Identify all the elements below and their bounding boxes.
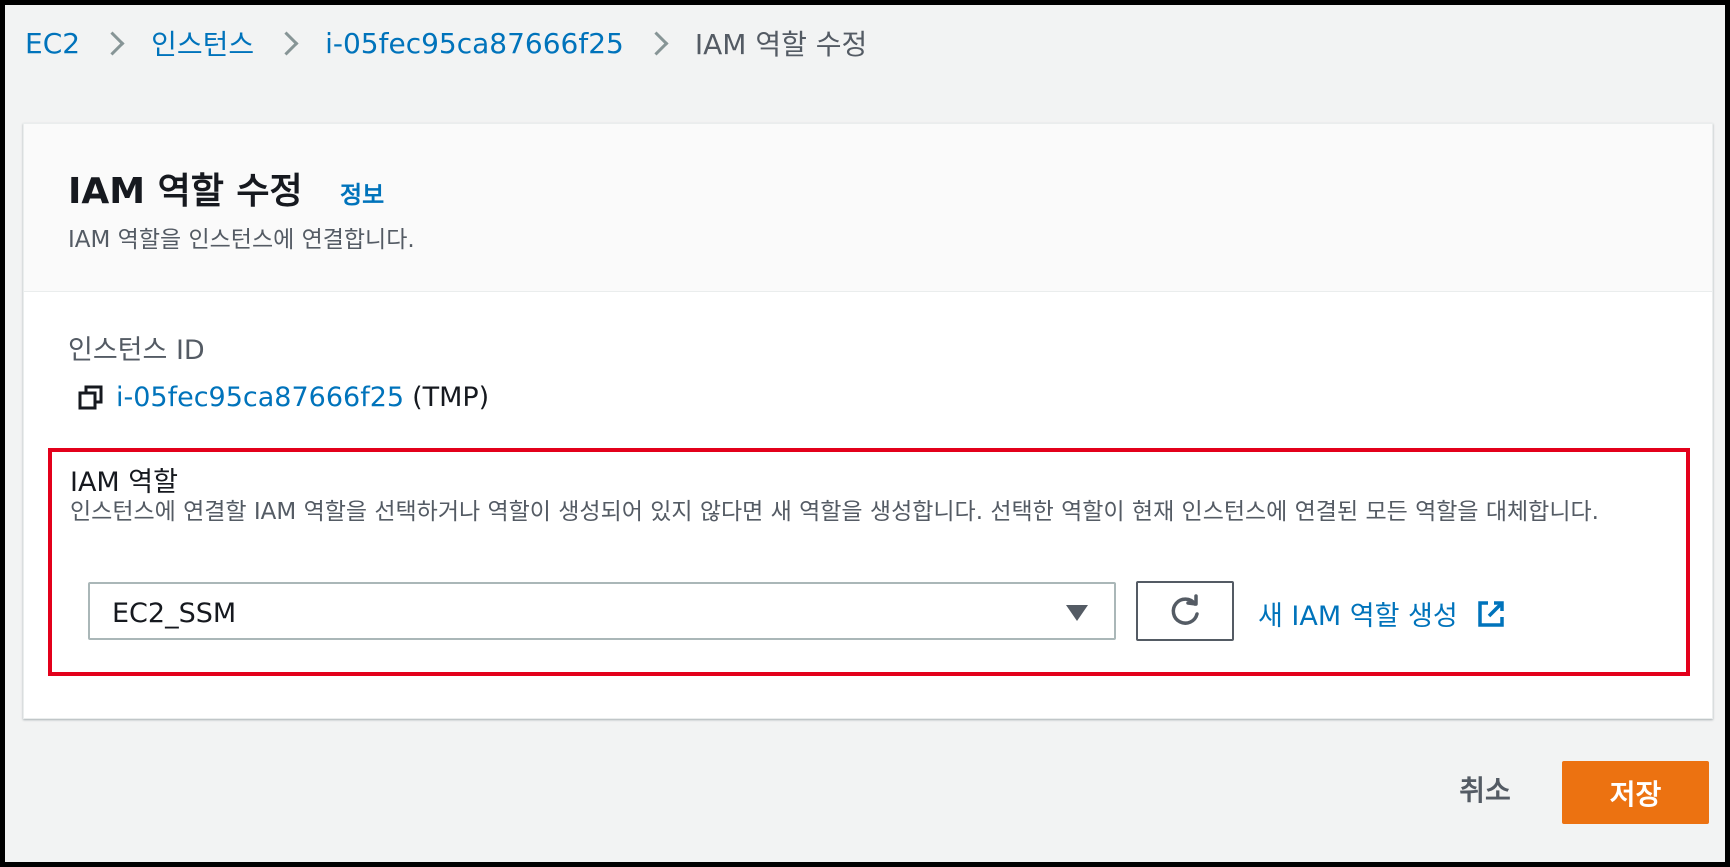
modify-iam-role-panel: IAM 역할 수정 정보 IAM 역할을 인스턴스에 연결합니다. 인스턴스 I… bbox=[23, 123, 1713, 719]
iam-role-description: 인스턴스에 연결할 IAM 역할을 선택하거나 역할이 생성되어 있지 않다면 … bbox=[70, 499, 1599, 525]
caret-down-icon bbox=[1066, 605, 1088, 621]
refresh-icon bbox=[1171, 594, 1199, 625]
iam-role-section: IAM 역할 인스턴스에 연결할 IAM 역할을 선택하거나 역할이 생성되어 … bbox=[48, 448, 1690, 676]
refresh-roles-button[interactable] bbox=[1136, 581, 1234, 641]
panel-description: IAM 역할을 인스턴스에 연결합니다. bbox=[68, 227, 415, 253]
iam-role-label: IAM 역할 bbox=[70, 467, 178, 498]
external-link-icon bbox=[1477, 600, 1504, 627]
window-frame: EC2 인스턴스 i-05fec95ca87666f25 IAM 역할 수정 I… bbox=[0, 0, 1730, 867]
create-iam-role-link[interactable]: 새 IAM 역할 생성 bbox=[1258, 594, 1506, 633]
breadcrumb: EC2 인스턴스 i-05fec95ca87666f25 IAM 역할 수정 bbox=[25, 23, 867, 63]
panel-header: IAM 역할 수정 정보 IAM 역할을 인스턴스에 연결합니다. bbox=[24, 124, 1712, 292]
info-link[interactable]: 정보 bbox=[340, 175, 384, 210]
chevron-right-icon bbox=[100, 30, 125, 56]
instance-id-link[interactable]: i-05fec95ca87666f25 bbox=[116, 382, 404, 413]
instance-name-suffix: (TMP) bbox=[412, 382, 490, 413]
instance-id-label: 인스턴스 ID bbox=[68, 335, 205, 366]
instance-id-value: i-05fec95ca87666f25 (TMP) bbox=[78, 382, 489, 413]
iam-role-select[interactable]: EC2_SSM bbox=[88, 582, 1116, 640]
iam-role-selected-value: EC2_SSM bbox=[112, 598, 237, 629]
copy-icon[interactable] bbox=[78, 385, 104, 411]
chevron-right-icon bbox=[644, 30, 669, 56]
create-iam-role-label: 새 IAM 역할 생성 bbox=[1258, 601, 1458, 632]
chevron-right-icon bbox=[274, 30, 299, 56]
cancel-button[interactable]: 취소 bbox=[1435, 765, 1535, 813]
breadcrumb-current: IAM 역할 수정 bbox=[694, 28, 868, 61]
breadcrumb-instance-id[interactable]: i-05fec95ca87666f25 bbox=[325, 27, 624, 60]
breadcrumb-ec2[interactable]: EC2 bbox=[25, 27, 80, 60]
page-title: IAM 역할 수정 bbox=[68, 171, 303, 212]
breadcrumb-instances[interactable]: 인스턴스 bbox=[151, 23, 254, 63]
save-button[interactable]: 저장 bbox=[1562, 761, 1709, 824]
